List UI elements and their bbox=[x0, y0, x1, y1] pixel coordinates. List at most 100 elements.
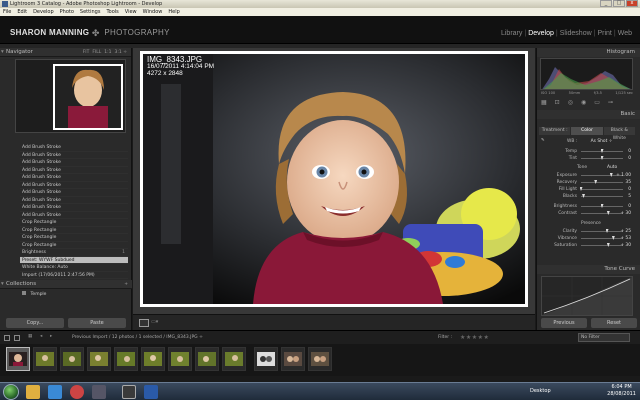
graduated-filter-icon[interactable]: ▭ bbox=[594, 99, 600, 107]
slider-saturation[interactable]: Saturation + 30 bbox=[541, 243, 635, 249]
monitor-2-icon[interactable] bbox=[14, 335, 20, 341]
history-item[interactable]: Add Brush Stroke bbox=[20, 212, 128, 219]
before-after-icon[interactable]: ▭▾ bbox=[151, 319, 163, 327]
menu-window[interactable]: Window bbox=[143, 8, 163, 16]
collection-item[interactable]: Temple bbox=[22, 291, 46, 297]
history-item[interactable]: Add Brush Stroke bbox=[20, 152, 128, 159]
module-slideshow[interactable]: Slideshow bbox=[560, 30, 592, 37]
navigator-preview[interactable] bbox=[15, 59, 126, 133]
zoom-fit[interactable]: FIT bbox=[83, 48, 90, 57]
filmstrip-thumb[interactable] bbox=[222, 347, 246, 371]
lightroom-taskbar-icon[interactable] bbox=[122, 385, 136, 399]
navigator-header[interactable]: ▾ Navigator FIT FILL 1:1 3:1 ÷ bbox=[0, 48, 131, 57]
menu-settings[interactable]: Settings bbox=[80, 8, 101, 16]
filmstrip-breadcrumb[interactable]: Previous Import / 12 photos / 1 selected… bbox=[72, 335, 203, 340]
media-player-taskbar-icon[interactable] bbox=[70, 385, 84, 399]
loupe-view-icon[interactable] bbox=[139, 319, 149, 327]
filmstrip-thumb[interactable] bbox=[33, 347, 57, 371]
slider-tint[interactable]: Tint 0 bbox=[541, 156, 635, 162]
maximize-button[interactable]: □ bbox=[613, 0, 625, 7]
spot-removal-icon[interactable]: ◎ bbox=[568, 99, 573, 107]
minimize-button[interactable]: _ bbox=[600, 0, 612, 7]
eyedropper-icon[interactable]: ✎ bbox=[541, 138, 545, 143]
desktop-toolbar-label[interactable]: Desktop bbox=[530, 388, 551, 394]
history-item[interactable]: Add Brush Stroke bbox=[20, 144, 128, 152]
filmstrip-thumb[interactable] bbox=[168, 347, 192, 371]
history-item[interactable]: Add Brush Stroke bbox=[20, 174, 128, 182]
module-print[interactable]: Print bbox=[597, 30, 611, 37]
menu-tools[interactable]: Tools bbox=[106, 8, 118, 16]
previous-button[interactable]: Previous bbox=[541, 318, 587, 328]
explorer-taskbar-icon[interactable] bbox=[26, 385, 40, 399]
slider-blacks[interactable]: Blacks 5 bbox=[541, 194, 635, 200]
history-item[interactable]: Crop Rectangle bbox=[20, 219, 128, 227]
rating-filter[interactable]: ★★★★★ bbox=[460, 334, 489, 341]
close-button[interactable]: x bbox=[626, 0, 638, 7]
back-arrow-icon[interactable]: ◂ bbox=[40, 334, 42, 339]
slider-brightness[interactable]: Brightness 0 bbox=[541, 204, 635, 210]
tone-curve-graph[interactable] bbox=[541, 276, 633, 316]
history-item[interactable]: Brightness 1 bbox=[20, 249, 128, 257]
filmstrip-thumb[interactable] bbox=[114, 347, 138, 371]
add-collection-icon[interactable]: + bbox=[124, 280, 128, 289]
slider-temp[interactable]: Temp 0 bbox=[541, 149, 635, 155]
history-item[interactable]: Crop Rectangle bbox=[20, 227, 128, 234]
menu-help[interactable]: Help bbox=[168, 8, 179, 16]
tone-curve-header[interactable]: Tone Curve bbox=[537, 265, 640, 274]
copy-button[interactable]: Copy... bbox=[6, 318, 64, 328]
slider-exposure[interactable]: Exposure + 1.00 bbox=[541, 173, 635, 179]
zoom-3-1[interactable]: 3:1 ÷ bbox=[115, 48, 127, 57]
treatment-color-tab[interactable]: Color bbox=[571, 127, 603, 135]
history-item[interactable]: Add Brush Stroke bbox=[20, 167, 128, 174]
slider-recovery[interactable]: Recovery 35 bbox=[541, 180, 635, 186]
history-item[interactable]: Add Brush Stroke bbox=[20, 182, 128, 189]
collections-header[interactable]: ▾ Collections + bbox=[0, 280, 132, 289]
app-taskbar-icon[interactable] bbox=[92, 385, 106, 399]
filmstrip-thumb-selected[interactable] bbox=[6, 347, 30, 371]
history-item[interactable]: Add Brush Stroke bbox=[20, 189, 128, 197]
history-item-selected[interactable]: Preset: WYWF Subdued bbox=[20, 256, 128, 264]
tone-auto-button[interactable]: Auto bbox=[607, 165, 617, 170]
grid-overlay-icon[interactable]: ▦ bbox=[541, 99, 547, 107]
filmstrip-thumb[interactable] bbox=[60, 347, 84, 371]
menu-photo[interactable]: Photo bbox=[60, 8, 74, 16]
zoom-1-1[interactable]: 1:1 bbox=[104, 48, 111, 57]
grid-view-icon[interactable]: ▦ bbox=[28, 334, 32, 339]
module-develop[interactable]: Develop bbox=[528, 30, 554, 37]
history-item[interactable]: Add Brush Stroke bbox=[20, 159, 128, 167]
module-library[interactable]: Library bbox=[501, 30, 522, 37]
history-item[interactable]: Crop Rectangle bbox=[20, 242, 128, 249]
history-item[interactable]: Import (17/06/2011 2:47:56 PM) bbox=[20, 272, 128, 279]
start-button[interactable] bbox=[3, 384, 19, 400]
monitor-1-icon[interactable] bbox=[4, 335, 10, 341]
filmstrip-thumb[interactable] bbox=[195, 347, 219, 371]
filmstrip-thumb[interactable] bbox=[254, 347, 278, 371]
slider-fill-light[interactable]: Fill Light 0 bbox=[541, 187, 635, 193]
filmstrip-thumb[interactable] bbox=[308, 347, 332, 371]
filmstrip-thumb[interactable] bbox=[87, 347, 111, 371]
red-eye-icon[interactable]: ◉ bbox=[581, 99, 586, 107]
menu-develop[interactable]: Develop bbox=[33, 8, 54, 16]
paste-button[interactable]: Paste bbox=[68, 318, 126, 328]
module-web[interactable]: Web bbox=[618, 30, 632, 37]
slider-clarity[interactable]: Clarity + 25 bbox=[541, 229, 635, 235]
histogram-header[interactable]: Histogram bbox=[537, 48, 640, 57]
history-item[interactable]: Add Brush Stroke bbox=[20, 204, 128, 212]
history-item[interactable]: Add Brush Stroke bbox=[20, 197, 128, 204]
basic-header[interactable]: Basic bbox=[537, 110, 640, 119]
menu-view[interactable]: View bbox=[125, 8, 137, 16]
filmstrip-thumb[interactable] bbox=[281, 347, 305, 371]
adjustment-brush-icon[interactable]: ⊸ bbox=[608, 99, 613, 107]
treatment-bw-tab[interactable]: Black & White bbox=[603, 127, 635, 141]
wb-dropdown[interactable]: As Shot ÷ bbox=[591, 139, 613, 144]
ie-taskbar-icon[interactable] bbox=[48, 385, 62, 399]
filter-dropdown[interactable]: No Filter bbox=[578, 333, 630, 342]
crop-icon[interactable]: ⊡ bbox=[555, 99, 560, 107]
history-item[interactable]: Crop Rectangle bbox=[20, 234, 128, 242]
system-clock[interactable]: 6:04 PM 28/08/2011 bbox=[607, 384, 636, 398]
filmstrip-thumb[interactable] bbox=[141, 347, 165, 371]
reset-button[interactable]: Reset bbox=[591, 318, 637, 328]
menu-file[interactable]: File bbox=[3, 8, 11, 16]
forward-arrow-icon[interactable]: ▸ bbox=[50, 334, 52, 339]
photo-view[interactable]: IMG_8343.JPG 16/07/2011 4:14:04 PM 4272 … bbox=[140, 51, 528, 307]
